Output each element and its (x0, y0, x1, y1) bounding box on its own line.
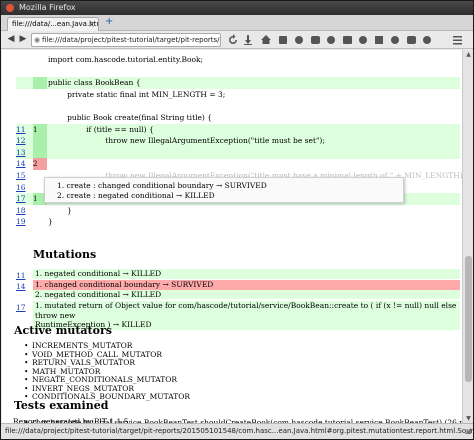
scrollbar-thumb[interactable] (465, 256, 472, 382)
code-line: 19} (16, 216, 460, 228)
code-line: public class BookBean { (16, 77, 460, 90)
extension-icon[interactable] (295, 36, 303, 44)
menu-icon[interactable] (453, 36, 462, 45)
tab-label: file:///data/...ean.Java.html (12, 20, 99, 28)
sync-icon[interactable] (311, 36, 320, 44)
code-text: import com.hascode.tutorial.entity.Book; (48, 55, 204, 64)
mutation-count-marker (33, 100, 47, 112)
mutation-count-marker (33, 216, 47, 228)
library-icon[interactable] (407, 36, 416, 44)
addon-icon[interactable] (327, 36, 335, 44)
mutation-result-killed: 1. mutated return of Object value for co… (33, 301, 460, 320)
mutation-count-marker (33, 205, 47, 217)
mutation-result-survived: 1. changed conditional boundary → SURVIV… (33, 280, 460, 290)
status-url: file:///data/project/pitest-tutorial/tar… (5, 427, 473, 435)
page-content: import com.hascode.tutorial.entity.Book;… (2, 50, 462, 423)
code-line: 14 2 (16, 158, 460, 171)
mutation-count-marker (33, 112, 47, 124)
line-number[interactable]: 17 (16, 193, 32, 205)
code-line: 18 } (16, 205, 460, 217)
tooltip-line: 2. create : negated conditional → KILLED (57, 191, 215, 200)
code-text: public class BookBean { (48, 78, 141, 88)
mutation-line-link[interactable]: 14 (16, 282, 32, 292)
nav-bar: ◀ ▶ ◉ file:///data/project/pitest-tutori… (1, 31, 473, 49)
code-line: import com.hascode.tutorial.entity.Book; (16, 54, 460, 66)
code-line: public Book create(final String title) { (16, 112, 460, 124)
account-icon[interactable] (423, 36, 431, 44)
url-text: file:///data/project/pitest-tutorial/tar… (42, 36, 220, 44)
status-bar: file:///data/project/pitest-tutorial/tar… (1, 423, 473, 439)
code-text: public Book create(final String title) { (48, 113, 213, 122)
globe-icon: ◉ (34, 36, 41, 44)
mutation-count-marker[interactable]: 1 (33, 123, 47, 136)
tooltip-line: 1. create : changed conditional boundary… (57, 181, 267, 190)
line-number[interactable]: 14 (16, 158, 32, 170)
scroll-down-icon[interactable]: ▼ (464, 414, 473, 423)
tab-active[interactable]: file:///data/...ean.Java.html × (7, 17, 99, 31)
camera-icon[interactable] (391, 36, 399, 44)
mutation-result-killed: 1. negated conditional → KILLED (33, 269, 460, 279)
bookmark-icon[interactable] (279, 36, 287, 44)
mutation-count-marker (33, 77, 47, 90)
section-title-tests-examined: Tests examined (14, 399, 109, 412)
toolbar-icons (229, 34, 462, 45)
code-line: 11 1 if (title == null) { (16, 123, 460, 136)
reader-icon[interactable] (375, 36, 383, 44)
code-line: private static final int MIN_LENGTH = 3; (16, 89, 460, 101)
code-line (16, 66, 460, 78)
code-line: 13 (16, 146, 460, 159)
title-bar: Mozilla Firefox (1, 1, 473, 15)
vertical-scrollbar[interactable]: ▲ ▼ (462, 50, 473, 423)
url-bar[interactable]: ◉ file:///data/project/pitest-tutorial/t… (31, 33, 221, 47)
active-mutators-list: INCREMENTS_MUTATORVOID_METHOD_CALL_MUTAT… (24, 341, 190, 402)
line-number[interactable]: 18 (16, 205, 32, 217)
resize-grip-icon[interactable]: ◢ (465, 424, 471, 438)
mutation-line-link[interactable]: 11 (16, 271, 32, 281)
download-icon[interactable] (244, 35, 252, 45)
mutation-count-marker[interactable]: 2 (33, 158, 47, 171)
mutation-count-marker (33, 89, 47, 101)
code-text: } (48, 217, 53, 227)
new-tab-icon[interactable]: + (105, 16, 113, 27)
mutation-count-marker (33, 135, 47, 148)
forward-icon[interactable]: ▶ (17, 33, 29, 46)
mutation-details: 1. negated conditional → KILLED (33, 269, 460, 279)
screenshot-icon[interactable] (343, 36, 352, 44)
line-number[interactable]: 15 (16, 170, 32, 182)
code-text: private static final int MIN_LENGTH = 3; (48, 89, 226, 99)
mutation-result-killed: 2. negated conditional → KILLED (33, 289, 460, 299)
section-title-active-mutators: Active mutators (14, 324, 112, 337)
mutation-count-marker (33, 54, 47, 66)
mutation-line-link[interactable]: 17 (16, 303, 32, 313)
line-number[interactable]: 19 (16, 216, 32, 228)
mutation-details: 1. changed conditional boundary → SURVIV… (33, 280, 460, 299)
code-text: if (title == null) { (48, 124, 154, 134)
home-icon[interactable] (261, 35, 271, 44)
line-number[interactable]: 11 (16, 124, 32, 136)
code-line (16, 100, 460, 112)
reload-icon[interactable] (229, 34, 237, 44)
window-title: Mozilla Firefox (19, 3, 76, 12)
browser-window: Mozilla Firefox file:///data/...ean.Java… (0, 0, 474, 440)
line-number[interactable]: 13 (16, 147, 32, 159)
code-line: 12 throw new IllegalArgumentException("t… (16, 135, 460, 148)
code-text: throw new IllegalArgumentException("titl… (48, 136, 325, 146)
window-close-icon[interactable] (6, 4, 14, 12)
scroll-up-icon[interactable]: ▲ (464, 50, 473, 59)
tab-close-icon[interactable]: × (88, 18, 95, 31)
back-icon[interactable]: ◀ (5, 33, 17, 46)
mutation-count-marker (33, 146, 47, 159)
pocket-icon[interactable] (359, 36, 367, 44)
code-text: } (48, 205, 72, 215)
mutation-tooltip: 1. create : changed conditional boundary… (44, 177, 404, 203)
line-number[interactable]: 12 (16, 135, 32, 147)
mutation-count-marker (33, 66, 47, 78)
tab-bar: file:///data/...ean.Java.html × + (1, 15, 473, 31)
line-number[interactable]: 16 (16, 182, 32, 194)
section-title-mutations: Mutations (33, 248, 97, 261)
